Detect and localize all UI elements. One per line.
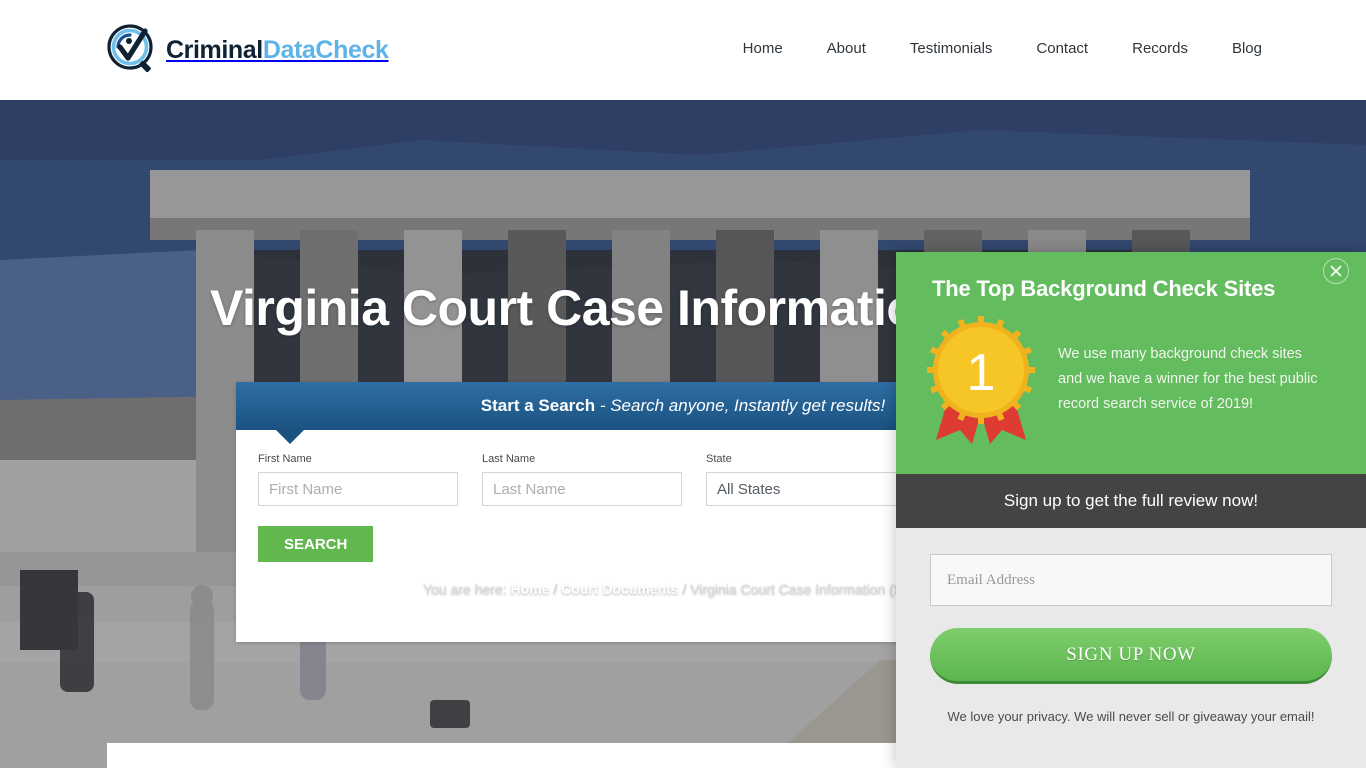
nav-item-about[interactable]: About	[827, 38, 866, 60]
breadcrumb-prefix: You are here:	[423, 581, 507, 597]
site-logo[interactable]: CriminalDataCheck	[104, 22, 389, 78]
main-navigation: Home About Testimonials Contact Records …	[743, 38, 1262, 60]
nav-item-home[interactable]: Home	[743, 38, 783, 60]
popup-callout-bar: Sign up to get the full review now!	[896, 474, 1366, 528]
search-header-tagline: - Search anyone, Instantly get results!	[595, 396, 886, 415]
privacy-note: We love your privacy. We will never sell…	[947, 709, 1315, 724]
popup-green-section: The Top Background Check Sites 1 We use …	[896, 252, 1366, 474]
award-ribbon-icon: 1	[922, 314, 1040, 444]
nav-item-blog[interactable]: Blog	[1232, 38, 1262, 60]
first-name-label: First Name	[258, 453, 312, 465]
nav-item-records[interactable]: Records	[1132, 38, 1188, 60]
last-name-label: Last Name	[482, 453, 536, 465]
nav-item-contact[interactable]: Contact	[1036, 38, 1088, 60]
logo-text-primary: Criminal	[166, 35, 263, 64]
breadcrumb-separator-1: /	[553, 581, 558, 597]
first-name-input[interactable]	[258, 472, 458, 506]
site-header: CriminalDataCheck Home About Testimonial…	[0, 0, 1366, 100]
popup-heading: The Top Background Check Sites	[932, 276, 1276, 301]
badge-rank-number: 1	[967, 344, 996, 402]
search-submit-button[interactable]: SEARCH	[258, 526, 374, 562]
last-name-field-group: Last Name	[482, 452, 682, 506]
breadcrumb-link-home[interactable]: Home	[511, 581, 550, 597]
newsletter-popup: The Top Background Check Sites 1 We use …	[896, 252, 1366, 768]
last-name-input[interactable]	[482, 472, 682, 506]
search-bar-pointer-icon	[276, 430, 304, 444]
first-name-field-group: First Name	[258, 452, 458, 506]
popup-body-text: We use many background check sites and w…	[1058, 345, 1318, 412]
popup-signup-form: SIGN UP NOW We love your privacy. We wil…	[896, 528, 1366, 726]
close-circle-icon[interactable]	[1323, 258, 1349, 284]
search-header-strong: Start a Search	[480, 396, 596, 415]
breadcrumb-separator-2: /	[682, 581, 687, 597]
popup-body-row: 1 We use many background check sites and…	[922, 314, 1340, 444]
logo-text-secondary: DataCheck	[262, 35, 389, 64]
logo-wordmark: CriminalDataCheck	[166, 35, 389, 64]
nav-item-testimonials[interactable]: Testimonials	[910, 38, 993, 60]
magnifier-check-logo-icon	[104, 22, 160, 78]
email-input[interactable]	[930, 554, 1332, 606]
signup-now-button[interactable]: SIGN UP NOW	[930, 628, 1332, 684]
breadcrumb-link-court-documents[interactable]: Court Documents	[561, 581, 678, 597]
